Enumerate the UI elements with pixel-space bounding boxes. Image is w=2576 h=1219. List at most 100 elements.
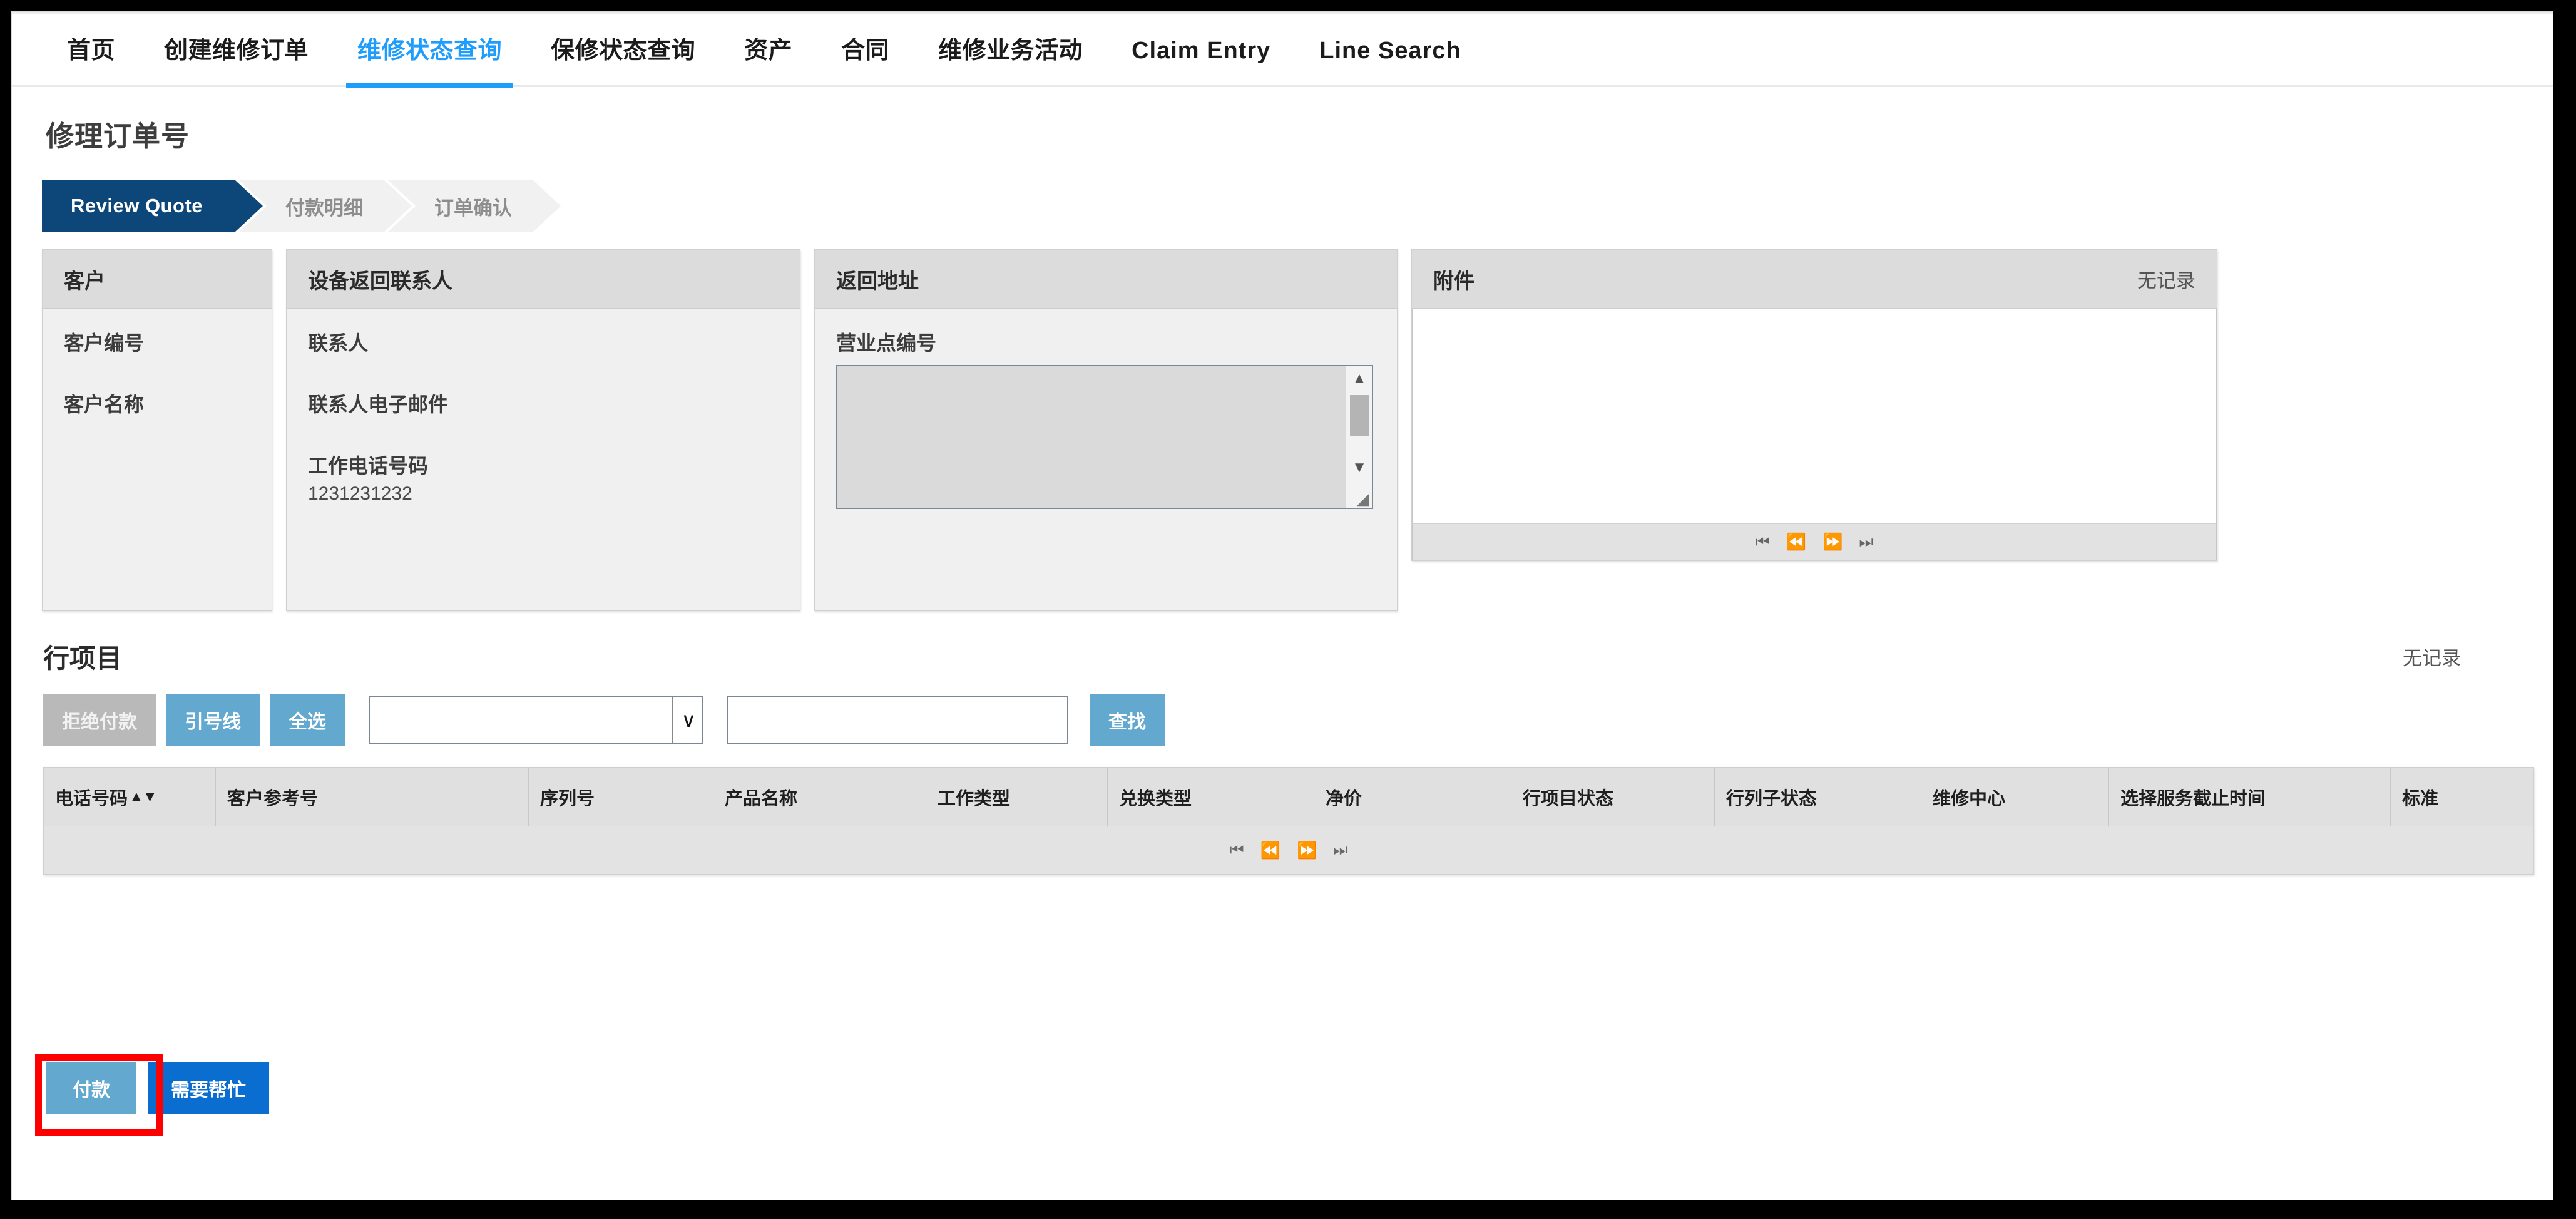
attachments-no-records-label: 无记录 xyxy=(2137,270,2195,292)
reject-payment-button[interactable]: 拒绝付款 xyxy=(43,694,156,746)
line-items-no-records-label: 无记录 xyxy=(2403,647,2461,669)
return-address-panel-header: 返回地址 xyxy=(815,250,1397,309)
filter-value-input[interactable] xyxy=(727,696,1068,744)
column-label: 选择服务截止时间 xyxy=(2120,788,2266,809)
column-header-phone-number[interactable]: 电话号码 ▲▼ xyxy=(44,768,216,826)
nav-item-line-search[interactable]: Line Search xyxy=(1303,36,1477,66)
nav-item-warranty-status-query[interactable]: 保修状态查询 xyxy=(534,36,712,66)
table-pager-next-icon[interactable]: ⏩ xyxy=(1297,841,1317,860)
nav-item-contracts[interactable]: 合同 xyxy=(825,36,906,66)
contact-person-field: 联系人 xyxy=(308,327,779,356)
select-all-button[interactable]: 全选 xyxy=(270,694,345,746)
contact-email-label: 联系人电子邮件 xyxy=(308,393,449,416)
column-label: 兑换类型 xyxy=(1119,788,1192,809)
column-header-product-name[interactable]: 产品名称 xyxy=(713,768,926,826)
main-navigation: 首页 创建维修订单 维修状态查询 保修状态查询 资产 合同 维修业务活动 Cla… xyxy=(12,12,2553,88)
line-items-table: 电话号码 ▲▼ 客户参考号 序列号 产品名称 工作类型 兑换类型 净价 行项目状态 xyxy=(43,767,2534,875)
column-label: 产品名称 xyxy=(725,788,798,809)
customer-panel-header: 客户 xyxy=(43,250,272,309)
column-header-line-sub-status[interactable]: 行列子状态 xyxy=(1715,768,1921,826)
table-pager: ⏮ ⏪ ⏩ ⏭ xyxy=(44,826,2533,874)
nav-list: 首页 创建维修订单 维修状态查询 保修状态查询 资产 合同 维修业务活动 Cla… xyxy=(12,12,2553,88)
column-header-service-deadline[interactable]: 选择服务截止时间 xyxy=(2109,768,2391,826)
textarea-scrollbar[interactable]: ▲ ▼ xyxy=(1346,366,1372,508)
page-title: 修理订单号 xyxy=(46,120,190,152)
return-address-panel: 返回地址 营业点编号 ▲ ▼ ◢ xyxy=(814,249,1398,611)
nav-item-assets[interactable]: 资产 xyxy=(728,36,809,66)
work-phone-field: 工作电话号码 1231231232 xyxy=(308,450,779,505)
customer-panel-title: 客户 xyxy=(64,269,105,292)
column-header-customer-reference[interactable]: 客户参考号 xyxy=(216,768,529,826)
column-label: 维修中心 xyxy=(1933,788,2006,809)
pager-prev-icon[interactable]: ⏪ xyxy=(1786,532,1806,552)
column-header-repair-center[interactable]: 维修中心 xyxy=(1921,768,2109,826)
attachments-pager: ⏮ ⏪ ⏩ ⏭ xyxy=(1413,523,2216,560)
attachments-panel-title: 附件 xyxy=(1433,269,1475,292)
return-address-textarea[interactable]: ▲ ▼ ◢ xyxy=(836,365,1373,509)
line-items-toolbar: 拒绝付款 引号线 全选 ∨ 查找 xyxy=(43,694,2553,746)
scroll-thumb[interactable] xyxy=(1350,395,1369,436)
column-header-standard[interactable]: 标准 xyxy=(2391,768,2503,826)
table-pager-prev-icon[interactable]: ⏪ xyxy=(1260,841,1280,860)
column-header-serial-number[interactable]: 序列号 xyxy=(529,768,713,826)
pager-next-icon[interactable]: ⏩ xyxy=(1822,532,1843,552)
filter-field-select[interactable]: ∨ xyxy=(369,696,703,744)
column-header-line-item-status[interactable]: 行项目状态 xyxy=(1511,768,1715,826)
contact-email-field: 联系人电子邮件 xyxy=(308,389,779,418)
table-pager-last-icon[interactable]: ⏭ xyxy=(1333,840,1347,860)
column-label: 工作类型 xyxy=(938,788,1011,809)
column-label: 客户参考号 xyxy=(227,788,319,809)
nav-item-create-repair-order[interactable]: 创建维修订单 xyxy=(148,36,325,66)
find-button[interactable]: 查找 xyxy=(1090,694,1165,746)
step-payment-details[interactable]: 付款明细 xyxy=(239,180,412,232)
pay-button[interactable]: 付款 xyxy=(46,1062,136,1114)
scroll-up-icon[interactable]: ▲ xyxy=(1346,366,1372,391)
column-label: 行列子状态 xyxy=(1726,788,1817,809)
column-header-exchange-type[interactable]: 兑换类型 xyxy=(1108,768,1314,826)
scroll-down-icon[interactable]: ▼ xyxy=(1346,455,1372,480)
nav-item-repair-business-activity[interactable]: 维修业务活动 xyxy=(922,36,1099,66)
attachments-list: ⏮ ⏪ ⏩ ⏭ xyxy=(1412,309,2217,560)
nav-item-repair-status-query[interactable]: 维修状态查询 xyxy=(341,36,518,88)
customer-name-field: 客户名称 xyxy=(64,389,250,418)
step-indicator: Review Quote 付款明细 订单确认 xyxy=(42,180,2553,232)
customer-number-label: 客户编号 xyxy=(64,332,145,354)
column-header-net-price[interactable]: 净价 xyxy=(1314,768,1511,826)
column-label: 标准 xyxy=(2402,788,2439,809)
line-items-header: 行项目 无记录 xyxy=(43,637,2520,676)
need-help-button[interactable]: 需要帮忙 xyxy=(148,1062,269,1114)
return-address-panel-body: 营业点编号 ▲ ▼ ◢ xyxy=(815,309,1397,528)
pager-last-icon[interactable]: ⏭ xyxy=(1859,532,1873,552)
column-label: 序列号 xyxy=(540,788,595,809)
customer-number-field: 客户编号 xyxy=(64,327,250,356)
nav-item-home[interactable]: 首页 xyxy=(51,36,131,66)
step-order-confirmation[interactable]: 订单确认 xyxy=(388,180,561,232)
attachments-panel-body: ⏮ ⏪ ⏩ ⏭ xyxy=(1412,309,2217,560)
contact-person-label: 联系人 xyxy=(308,332,369,354)
return-contact-panel-body: 联系人 联系人电子邮件 工作电话号码 1231231232 xyxy=(287,309,800,523)
resize-grip-icon[interactable]: ◢ xyxy=(1357,490,1369,507)
attachments-panel: 附件 无记录 ⏮ ⏪ ⏩ ⏭ xyxy=(1411,249,2217,561)
info-panels-row: 客户 客户编号 客户名称 设备返回联系人 联系人 联系人电子邮件 工作电话号码 … xyxy=(42,249,2553,611)
column-label: 净价 xyxy=(1326,788,1362,809)
work-phone-label: 工作电话号码 xyxy=(308,455,429,477)
return-address-panel-title: 返回地址 xyxy=(836,269,919,292)
table-pager-first-icon[interactable]: ⏮ xyxy=(1229,840,1244,860)
footer-actions: 付款 需要帮忙 xyxy=(35,1054,2553,1136)
pager-first-icon[interactable]: ⏮ xyxy=(1755,532,1769,552)
quote-line-button[interactable]: 引号线 xyxy=(166,694,260,746)
line-items-title: 行项目 xyxy=(43,644,123,673)
customer-panel: 客户 客户编号 客户名称 xyxy=(42,249,272,611)
column-label: 行项目状态 xyxy=(1523,788,1614,809)
column-label: 电话号码 xyxy=(55,788,128,809)
return-contact-panel-header: 设备返回联系人 xyxy=(287,250,800,309)
chevron-down-icon[interactable]: ∨ xyxy=(672,697,696,743)
sort-arrows-icon[interactable]: ▲▼ xyxy=(129,788,157,806)
nav-item-claim-entry[interactable]: Claim Entry xyxy=(1115,36,1287,66)
branch-number-label: 营业点编号 xyxy=(836,332,937,354)
work-phone-value: 1231231232 xyxy=(308,483,412,504)
return-contact-panel: 设备返回联系人 联系人 联系人电子邮件 工作电话号码 1231231232 xyxy=(286,249,800,611)
step-review-quote[interactable]: Review Quote xyxy=(42,180,263,232)
column-header-work-type[interactable]: 工作类型 xyxy=(926,768,1108,826)
attachments-panel-header: 附件 无记录 xyxy=(1412,250,2217,309)
